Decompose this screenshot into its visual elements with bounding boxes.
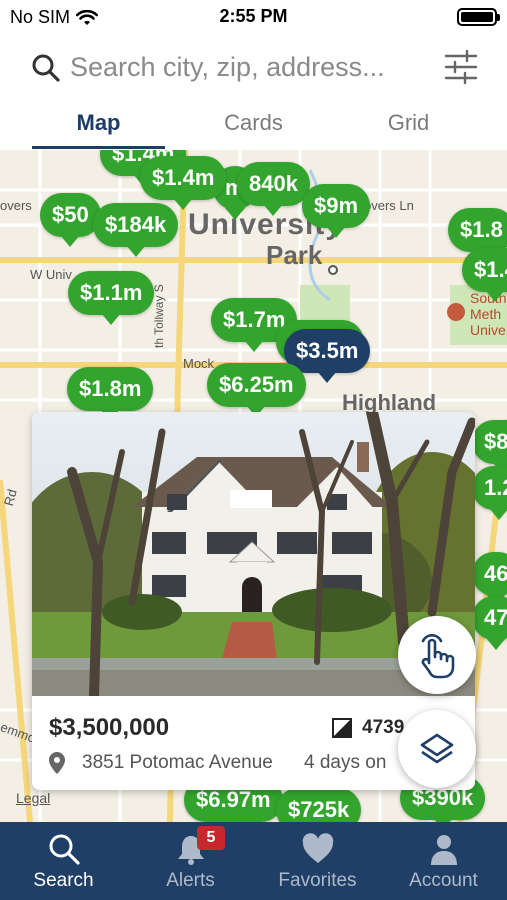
legal-link[interactable]: Legal (16, 790, 50, 806)
person-icon (430, 835, 457, 865)
nav-item-favorites[interactable]: Favorites (254, 822, 381, 900)
square-footage-icon (332, 718, 352, 738)
tab-cards[interactable]: Cards (187, 110, 320, 136)
nav-item-account[interactable]: Account (380, 822, 507, 900)
listing-address: 3851 Potomac Avenue (82, 752, 273, 773)
listing-days-on-market: 4 days on (304, 752, 387, 773)
status-bar: No SIM 2:55 PM (0, 0, 507, 34)
gesture-button[interactable] (398, 616, 476, 694)
price-pin[interactable]: $6.25m (207, 363, 306, 417)
nav-label-alerts: Alerts (166, 870, 215, 891)
tab-map[interactable]: Map (32, 110, 165, 136)
price-pin[interactable]: $1.8 (448, 208, 507, 262)
search-icon (32, 54, 60, 82)
layers-button[interactable] (398, 710, 476, 788)
battery-icon (457, 8, 500, 26)
map-label-park: Park (266, 240, 323, 270)
active-tab-indicator (32, 146, 165, 149)
search-input[interactable]: Search city, zip, address... (70, 52, 385, 83)
nav-item-search[interactable]: Search (0, 822, 127, 900)
nav-label-account: Account (409, 870, 478, 891)
filter-sliders-icon[interactable] (443, 48, 479, 86)
nav-label-search: Search (33, 870, 94, 891)
nav-item-alerts[interactable]: 5 Alerts (127, 822, 254, 900)
price-pin[interactable]: $1.4m (140, 156, 227, 210)
map-label-overs: overs (0, 198, 32, 213)
map-view[interactable]: University Park Highland W Univ overs ov… (0, 150, 507, 822)
location-pin-icon (49, 752, 65, 774)
nav-label-favorites: Favorites (278, 870, 357, 891)
map-label-overs-ln: overs Ln (364, 198, 414, 213)
heart-icon (302, 833, 333, 863)
price-pin[interactable]: $9m (302, 184, 371, 238)
map-label-tollway: th Tollway S (152, 284, 166, 348)
price-pin[interactable]: $184k (93, 203, 179, 257)
price-pin[interactable]: $1.1m (68, 271, 155, 325)
clock: 2:55 PM (219, 6, 288, 26)
app-screen: No SIM 2:55 PM Search city, zip, address… (0, 0, 507, 900)
search-bar[interactable]: Search city, zip, address... (0, 42, 507, 96)
price-pin[interactable]: $725k (276, 788, 362, 822)
bottom-nav: Search 5 Alerts Favorites Account (0, 822, 507, 900)
layers-icon (420, 733, 454, 764)
price-pin[interactable]: 840k (237, 162, 310, 216)
listing-sqft: 4739 (362, 717, 405, 738)
hand-tap-icon (421, 634, 455, 679)
map-label-smu-3: Unive (470, 322, 506, 338)
view-tabs: Map Cards Grid (0, 100, 507, 150)
tab-grid[interactable]: Grid (342, 110, 475, 136)
price-pin[interactable]: $1.4 (462, 248, 507, 302)
search-icon (49, 834, 80, 865)
price-pin[interactable]: $50 (40, 193, 101, 247)
map-label-w-univ: W Univ (30, 267, 72, 282)
price-pin[interactable]: $1.8m (67, 367, 154, 421)
listing-price: $3,500,000 (49, 714, 170, 741)
map-label-mock: Mock (183, 356, 215, 371)
alerts-badge: 5 (197, 826, 225, 850)
map-label-smu-2: Meth (470, 306, 502, 322)
